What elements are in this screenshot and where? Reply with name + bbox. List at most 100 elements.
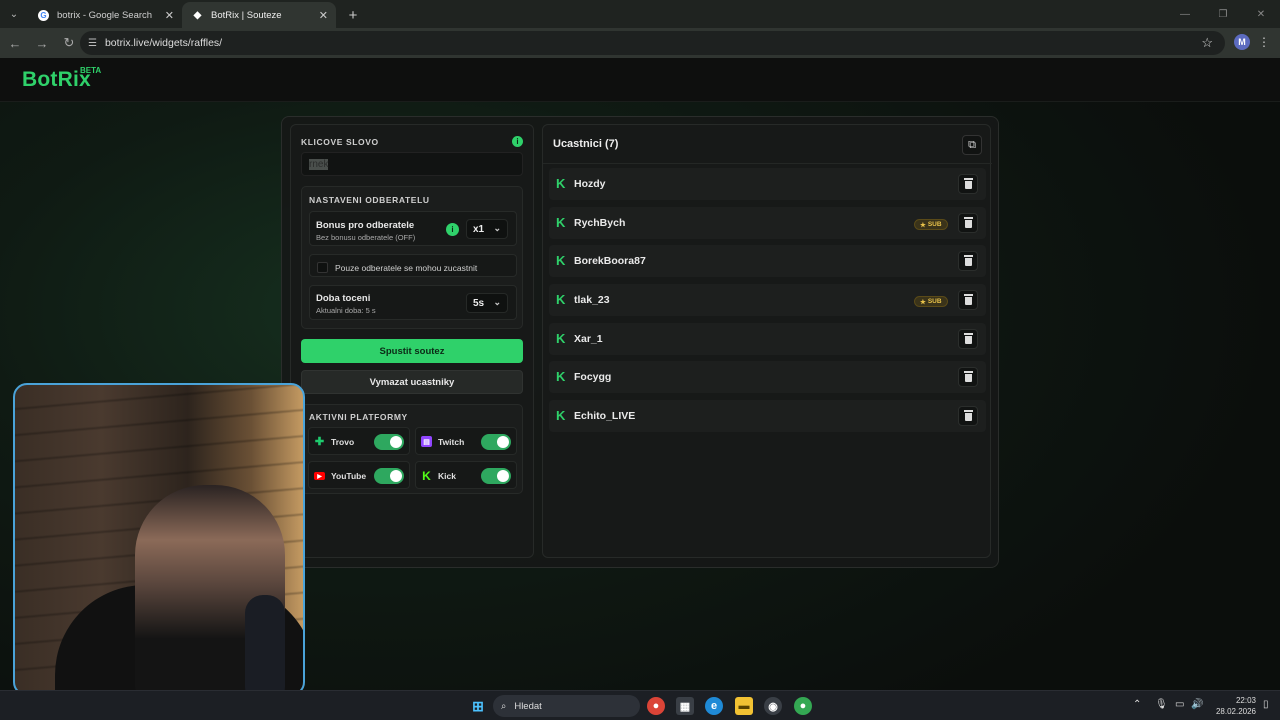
participant-name: tlak_23 — [574, 294, 610, 306]
tab-close-icon[interactable]: ✕ — [319, 9, 328, 22]
kick-toggle[interactable] — [481, 468, 511, 484]
notifications-icon[interactable]: ▯ — [1263, 699, 1269, 710]
trovo-icon: ✚ — [314, 436, 325, 448]
window-close-icon[interactable]: ✕ — [1242, 0, 1280, 28]
platform-name: YouTube — [331, 471, 367, 481]
delete-participant-button[interactable] — [958, 329, 978, 349]
tab-title: botrix - Google Search — [57, 9, 153, 21]
sub-badge-label: SUB — [927, 298, 942, 305]
tab-google-search[interactable]: G botrix - Google Search ✕ — [28, 2, 182, 28]
trash-icon — [963, 217, 973, 228]
kick-icon: K — [556, 253, 566, 268]
kick-icon: K — [422, 468, 431, 483]
participant-row: K RychBych ★ SUB — [549, 207, 986, 239]
browser-menu-icon[interactable]: ⋮ — [1258, 35, 1270, 49]
delete-participant-button[interactable] — [958, 290, 978, 310]
microphone-tray-icon[interactable]: 🎙 — [1155, 699, 1168, 710]
start-raffle-button[interactable]: Spustit soutez — [301, 339, 523, 363]
clear-participants-button[interactable]: Vymazat ucastniky — [301, 370, 523, 394]
search-icon: ⌕ — [501, 700, 507, 712]
kick-icon: K — [556, 331, 566, 346]
subscriber-bonus-row: Bonus pro odberatele Bez bonusu odberate… — [309, 211, 517, 246]
keyword-label: KLICOVE SLOVO — [301, 137, 379, 147]
site-header: BotRix BETA — [0, 58, 1280, 102]
participant-name: RychBych — [574, 217, 626, 229]
volume-icon[interactable]: 🔊 — [1191, 699, 1203, 710]
trash-icon — [963, 255, 973, 266]
delete-participant-button[interactable] — [958, 406, 978, 426]
chrome-profile-icon[interactable]: ● — [794, 697, 812, 715]
minimize-icon[interactable]: — — [1166, 0, 1204, 28]
sub-badge: ★ SUB — [914, 219, 948, 230]
keyword-info-icon[interactable]: i — [512, 136, 523, 147]
network-icon[interactable]: ▭ — [1175, 699, 1184, 710]
tab-title: BotRix | Souteze — [211, 9, 282, 21]
chevron-down-icon: ⌄ — [493, 297, 501, 307]
spin-duration-row: Doba toceni Aktualni doba: 5 s 5s ⌄ — [309, 285, 517, 320]
system-clock[interactable]: 22:03 28.02.2026 — [1212, 695, 1256, 717]
beta-badge: BETA — [80, 66, 102, 75]
twitch-icon: ▤ — [421, 436, 432, 447]
delete-participant-button[interactable] — [958, 367, 978, 387]
clock-date: 28.02.2026 — [1215, 707, 1256, 716]
windows-start-icon[interactable]: ⊞ — [469, 697, 487, 715]
trash-icon — [963, 410, 973, 421]
bonus-subtitle: Bez bonusu odberatele (OFF) — [316, 233, 416, 242]
store-icon[interactable]: ▦ — [676, 697, 694, 715]
participant-row: K Xar_1 — [549, 323, 986, 355]
reload-icon[interactable]: ↻ — [57, 31, 81, 55]
google-favicon-icon: G — [38, 9, 49, 21]
delete-participant-button[interactable] — [958, 251, 978, 271]
delete-participant-button[interactable] — [958, 213, 978, 233]
copy-icon[interactable]: ⧉ — [962, 135, 982, 155]
chevron-down-icon: ⌄ — [493, 223, 501, 233]
raffle-widget-card: KLICOVE SLOVO i rnek NASTAVENI ODBERATEL… — [281, 116, 999, 568]
twitch-toggle[interactable] — [481, 434, 511, 450]
platform-twitch: ▤ Twitch — [415, 427, 517, 455]
window-controls: — ❐ ✕ — [1166, 0, 1280, 28]
taskbar-search[interactable]: ⌕ Hledat — [493, 695, 640, 717]
star-icon: ★ — [920, 221, 926, 229]
botrix-favicon-icon: ◆ — [193, 9, 202, 21]
subscriber-settings-label: NASTAVENI ODBERATELU — [309, 195, 430, 205]
tab-search-menu-icon[interactable]: ⌄ — [4, 4, 24, 24]
bonus-multiplier-select[interactable]: x1 ⌄ — [466, 219, 508, 239]
bonus-info-icon[interactable]: i — [446, 223, 459, 236]
edge-icon[interactable]: e — [705, 697, 723, 715]
microphone-icon — [245, 595, 285, 694]
spin-duration-title: Doba toceni — [316, 293, 371, 304]
chrome-icon[interactable]: ● — [647, 697, 665, 715]
only-subscribers-checkbox[interactable] — [317, 262, 328, 273]
back-icon[interactable]: ← — [3, 31, 27, 55]
browser-tab-bar: ⌄ G botrix - Google Search ✕ ◆ BotRix | … — [0, 0, 1280, 28]
trovo-toggle[interactable] — [374, 434, 404, 450]
kick-icon: K — [556, 215, 566, 230]
platform-name: Trovo — [331, 437, 355, 447]
bookmark-star-icon[interactable]: ☆ — [1201, 35, 1213, 51]
tab-close-icon[interactable]: ✕ — [165, 9, 174, 22]
tray-expand-icon[interactable]: ⌃ — [1133, 699, 1141, 710]
spin-duration-subtitle: Aktualni doba: 5 s — [316, 306, 376, 315]
forward-icon[interactable]: → — [30, 31, 54, 55]
address-bar[interactable]: ☰ botrix.live/widgets/raffles/ ☆ — [80, 31, 1225, 55]
spin-duration-select[interactable]: 5s ⌄ — [466, 293, 508, 313]
new-tab-icon[interactable]: + — [342, 4, 364, 26]
spin-duration-value: 5s — [473, 297, 485, 309]
delete-participant-button[interactable] — [958, 174, 978, 194]
profile-avatar[interactable]: M — [1234, 34, 1250, 50]
active-platforms-label: AKTIVNI PLATFORMY — [309, 412, 408, 422]
participant-row: K Echito_LIVE — [549, 400, 986, 432]
file-explorer-icon[interactable]: ▬ — [735, 697, 753, 715]
only-subscribers-label: Pouze odberatele se mohou zucastnit — [335, 263, 478, 273]
only-subscribers-row[interactable]: Pouze odberatele se mohou zucastnit — [309, 254, 517, 277]
keyword-value: rnek — [309, 159, 329, 170]
site-info-icon[interactable]: ☰ — [88, 38, 97, 49]
obs-icon[interactable]: ◉ — [764, 697, 782, 715]
youtube-toggle[interactable] — [374, 468, 404, 484]
tab-botrix[interactable]: ◆ BotRix | Souteze ✕ — [182, 2, 336, 28]
restore-icon[interactable]: ❐ — [1204, 0, 1242, 28]
keyword-input[interactable]: rnek — [301, 152, 523, 176]
participant-row: K tlak_23 ★ SUB — [549, 284, 986, 316]
bonus-title: Bonus pro odberatele — [316, 220, 415, 231]
divider — [543, 163, 992, 164]
